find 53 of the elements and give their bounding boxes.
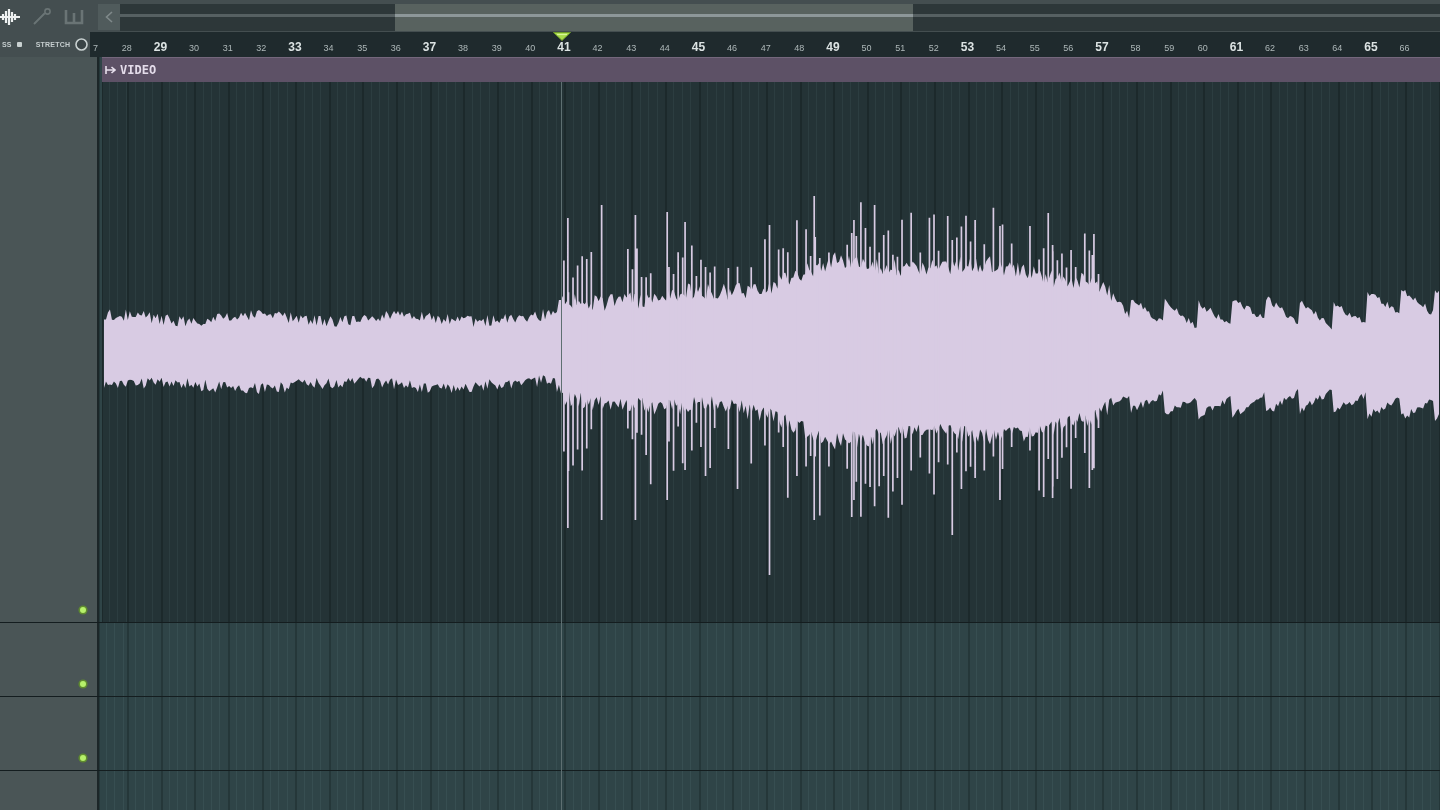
playhead-icon[interactable] (553, 32, 571, 41)
ruler-number: 58 (1130, 43, 1141, 53)
ruler-number: 56 (1063, 43, 1074, 53)
ruler-number: 62 (1265, 43, 1276, 53)
ruler-number: 34 (323, 43, 334, 53)
horizontal-scrollbar[interactable] (120, 4, 1440, 31)
ruler-number: 48 (794, 43, 805, 53)
ruler-number: 45 (691, 41, 706, 53)
ruler-number: 38 (458, 43, 469, 53)
ruler-number: 42 (592, 43, 603, 53)
ruler-number: 40 (525, 43, 536, 53)
ruler-number: 43 (626, 43, 637, 53)
scrollbar-thumb[interactable] (395, 4, 913, 31)
status-dot-icon[interactable] (78, 679, 88, 689)
clip-header[interactable]: VIDEO (102, 57, 1440, 82)
ruler-number: 29 (153, 41, 168, 53)
timeline-ruler[interactable]: 7 28 29 30 31 32 33 34 35 36 37 38 39 40 41 42 43 44 45 46 47 48 49 50 51 52 53 54 55 56 57 58 59 60 61 62 63 64 65 66 (90, 32, 1440, 57)
ruler-number: 53 (960, 41, 975, 53)
ruler-number: 57 (1095, 41, 1109, 53)
ruler-number: 41 (557, 41, 571, 53)
ruler-number: 32 (256, 43, 267, 53)
ruler-number: 50 (861, 43, 872, 53)
ruler-number: 30 (189, 43, 200, 53)
ruler-number: 35 (357, 43, 368, 53)
ruler-number: 61 (1229, 41, 1244, 53)
ruler-number: 28 (121, 43, 132, 53)
status-dot-icon[interactable] (78, 605, 88, 615)
ruler-number: 51 (895, 43, 906, 53)
ruler-number: 55 (1029, 43, 1040, 53)
ruler-number: 31 (222, 43, 233, 53)
ruler-number: 65 (1364, 41, 1378, 53)
ruler-number: 46 (727, 43, 738, 53)
ruler-number: 33 (288, 41, 302, 53)
ruler-number: 66 (1399, 43, 1410, 53)
waveform-icon[interactable] (0, 8, 20, 26)
ruler-number: 7 (93, 43, 98, 53)
ruler-number: 64 (1332, 43, 1343, 53)
ruler-number: 59 (1164, 43, 1175, 53)
ruler-number: 37 (422, 41, 437, 53)
status-dot-icon[interactable] (78, 753, 88, 763)
ruler-number: 54 (996, 43, 1007, 53)
ruler-number: 49 (826, 41, 840, 53)
ruler-number: 60 (1197, 43, 1208, 53)
chevron-left-icon (105, 11, 113, 23)
ruler-number: 39 (491, 43, 502, 53)
ruler-number: 52 (928, 43, 939, 53)
ruler-number: 47 (760, 43, 771, 53)
ruler-number: 44 (659, 43, 670, 53)
ring-icon[interactable] (75, 38, 89, 51)
ruler-number: 36 (390, 43, 401, 53)
clip-arrow-icon (105, 66, 116, 74)
ruler-number: 63 (1298, 43, 1309, 53)
clip-title: VIDEO (120, 63, 157, 77)
